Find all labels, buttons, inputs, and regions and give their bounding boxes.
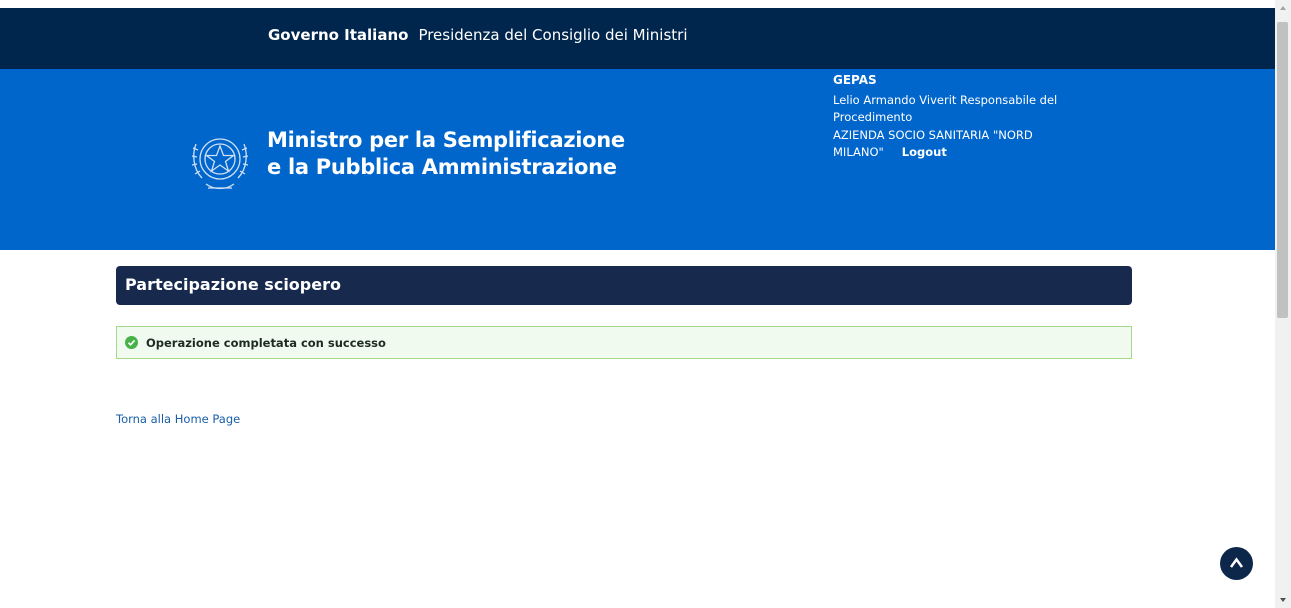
presidency-label[interactable]: Presidenza del Consiglio dei Ministri <box>418 26 687 44</box>
government-label[interactable]: Governo Italiano <box>268 26 408 44</box>
site-header: Ministro per la Semplificazione e la Pub… <box>0 69 1275 250</box>
success-alert: Operazione completata con successo <box>116 326 1132 359</box>
user-panel: GEPAS Lelio Armando Viverit Responsabile… <box>833 72 1078 162</box>
scroll-up-arrow-icon[interactable] <box>1275 0 1291 17</box>
user-name-line1: Lelio Armando Viverit Responsabile del <box>833 92 1058 107</box>
ministry-title-line1: Ministro per la Semplificazione <box>267 128 625 152</box>
home-page-link[interactable]: Torna alla Home Page <box>116 412 240 426</box>
vertical-scrollbar[interactable] <box>1275 0 1291 608</box>
org-name-line2-row: MILANO" Logout <box>833 144 1078 162</box>
scrollbar-thumb[interactable] <box>1277 22 1288 318</box>
scroll-to-top-button[interactable] <box>1220 547 1253 580</box>
org-name-line2: MILANO" <box>833 145 884 159</box>
italian-republic-emblem-icon <box>191 138 249 190</box>
chevron-up-icon <box>1229 557 1244 568</box>
logout-link[interactable]: Logout <box>902 145 947 159</box>
government-topbar: Governo Italiano Presidenza del Consiglio… <box>0 8 1275 69</box>
org-name-line1: AZIENDA SOCIO SANITARIA "NORD <box>833 127 1033 142</box>
scroll-down-arrow-icon[interactable] <box>1275 591 1291 608</box>
page-title: Partecipazione sciopero <box>125 275 341 294</box>
topbar-text: Governo Italiano Presidenza del Consiglio… <box>268 26 688 44</box>
top-spacer <box>0 0 1275 8</box>
ministry-title-line2: e la Pubblica Amministrazione <box>267 155 617 179</box>
success-message: Operazione completata con successo <box>146 336 386 350</box>
ministry-title[interactable]: Ministro per la Semplificazione e la Pub… <box>267 127 625 181</box>
app-name: GEPAS <box>833 73 877 87</box>
user-name-line2: Procedimento <box>833 110 913 124</box>
page-title-bar: Partecipazione sciopero <box>116 266 1132 305</box>
check-circle-icon <box>125 336 138 349</box>
